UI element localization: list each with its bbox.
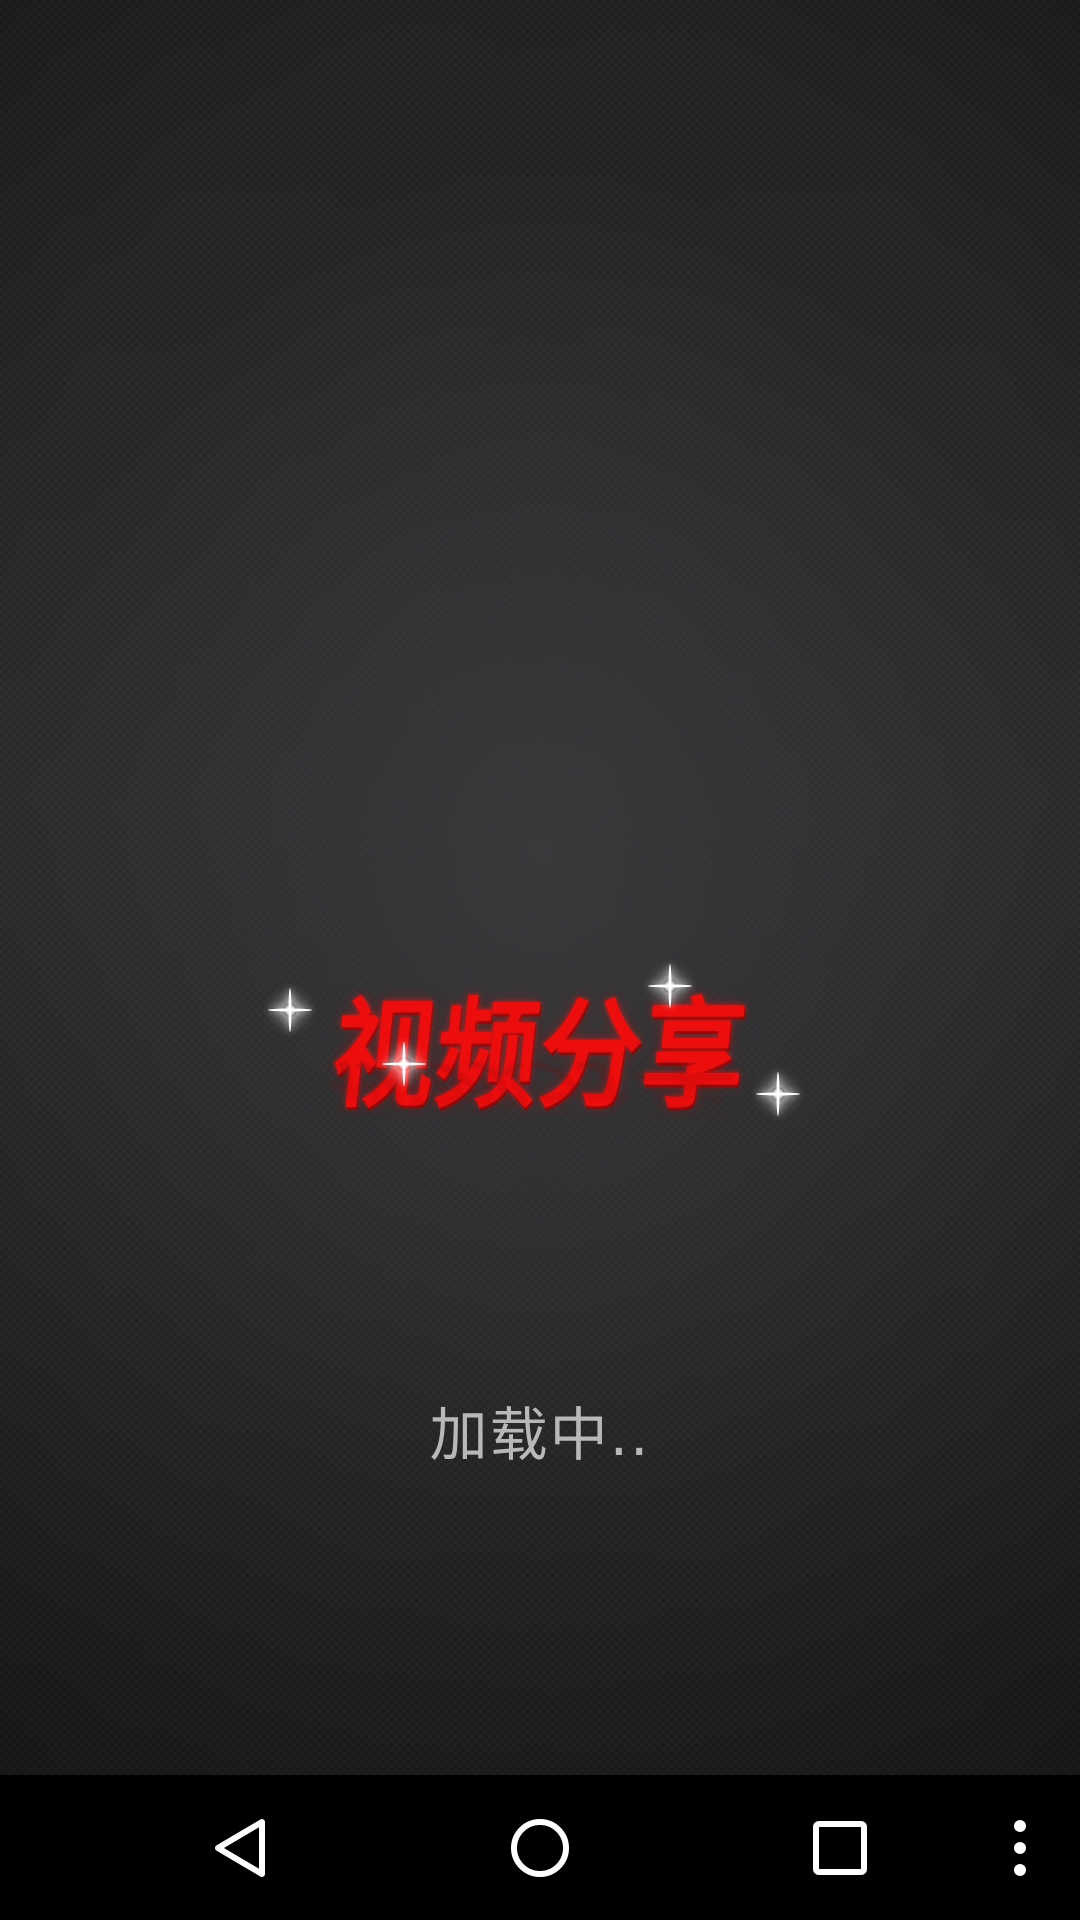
overflow-menu-button[interactable] — [990, 1775, 1050, 1920]
splash-background: 视频分享 视频分享 加载中.. — [0, 0, 1080, 1775]
system-navigation-bar — [0, 1775, 1080, 1920]
back-button[interactable] — [190, 1775, 290, 1920]
sparkle-icon — [382, 1042, 426, 1086]
splash-screen: 视频分享 视频分享 加载中.. — [0, 0, 1080, 1920]
logo-reflection: 视频分享 — [318, 1052, 746, 1129]
home-button[interactable] — [490, 1775, 590, 1920]
back-triangle-icon — [215, 1818, 265, 1877]
sparkle-icon — [648, 964, 692, 1008]
recent-apps-square-icon — [813, 1820, 867, 1875]
sparkle-icon — [268, 988, 312, 1032]
app-logo: 视频分享 视频分享 — [268, 979, 810, 1230]
overflow-menu-icon — [1014, 1819, 1026, 1876]
recent-apps-button[interactable] — [790, 1775, 890, 1920]
home-circle-icon — [511, 1818, 569, 1877]
loading-text: 加载中.. — [429, 1401, 651, 1469]
sparkle-icon — [756, 1072, 800, 1116]
